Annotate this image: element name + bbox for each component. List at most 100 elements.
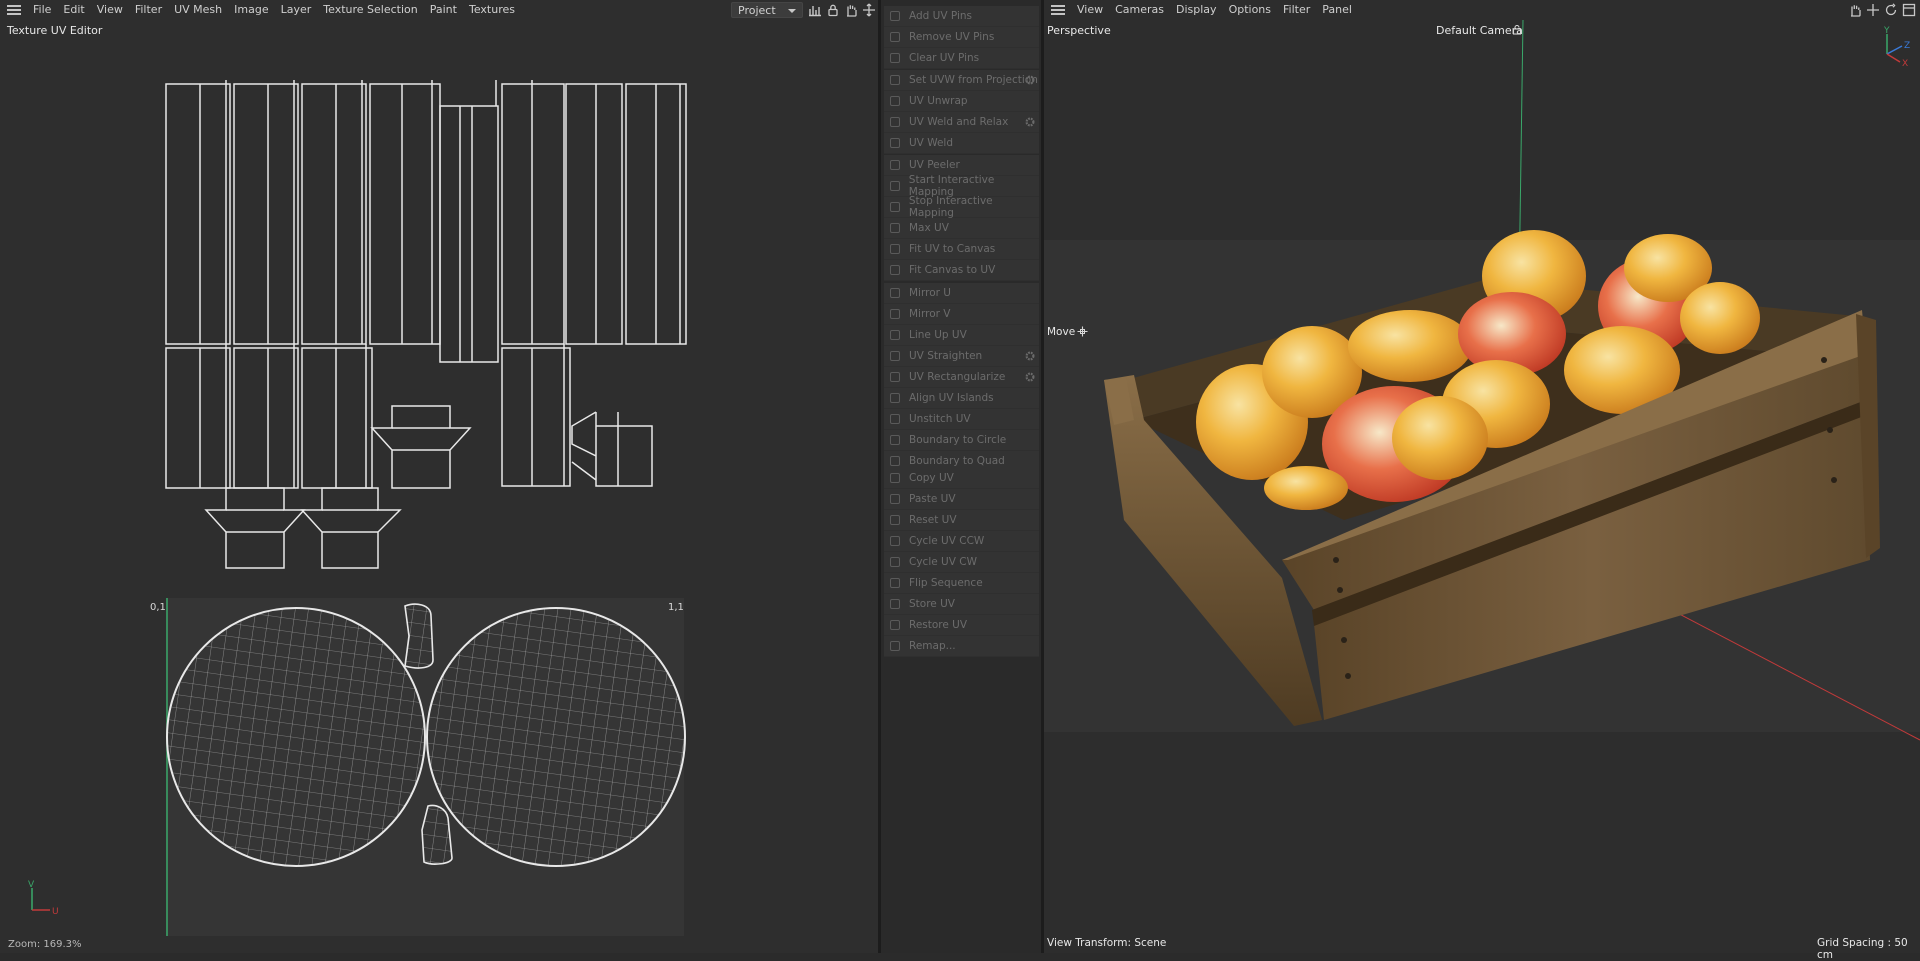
uv-corner-label-top-left: 0,1 xyxy=(150,602,166,613)
uv-canvas[interactable]: 0,1 1,1 V U xyxy=(0,22,878,936)
vp-menu-display[interactable]: Display xyxy=(1170,0,1223,20)
menu-view[interactable]: View xyxy=(91,0,129,20)
rotate-view-icon[interactable] xyxy=(1884,3,1898,17)
menu-textures[interactable]: Textures xyxy=(463,0,521,20)
vp-menu-panel[interactable]: Panel xyxy=(1316,0,1358,20)
cmd-uv-rectangularize-button[interactable]: UV Rectangularize xyxy=(884,367,1039,388)
uv-command-group: UV Peeler Start Interactive Mapping Stop I… xyxy=(884,155,1039,219)
cmd-mirror-v-button[interactable]: Mirror V xyxy=(884,304,1039,325)
cmd-label: Remove UV Pins xyxy=(909,31,995,43)
menu-edit[interactable]: Edit xyxy=(57,0,90,20)
menu-texture-selection[interactable]: Texture Selection xyxy=(317,0,423,20)
cmd-remove-uv-pins-button[interactable]: Remove UV Pins xyxy=(884,27,1039,48)
camera-lock-icon[interactable] xyxy=(1512,24,1524,36)
perspective-viewport[interactable]: View Cameras Display Options Filter Pane… xyxy=(1044,0,1920,961)
cycle-uv-ccw-icon xyxy=(890,536,900,546)
view-axis-z-label: Z xyxy=(1904,41,1910,51)
cmd-uv-unwrap-button[interactable]: UV Unwrap xyxy=(884,91,1039,112)
gear-icon[interactable] xyxy=(1024,74,1036,86)
gear-icon[interactable] xyxy=(1024,350,1036,362)
hand-pan-icon[interactable] xyxy=(1848,3,1862,17)
cmd-label: UV Peeler xyxy=(909,159,960,171)
cmd-remap-button[interactable]: Remap... xyxy=(884,636,1039,657)
move-arrows-icon[interactable] xyxy=(1866,3,1880,17)
cmd-paste-uv-button[interactable]: Paste UV xyxy=(884,489,1039,510)
menu-layer[interactable]: Layer xyxy=(275,0,318,20)
vp-menu-cameras[interactable]: Cameras xyxy=(1109,0,1170,20)
cmd-set-uvw-from-projection-button[interactable]: Set UVW from Projection xyxy=(884,70,1039,91)
uv-weld-and-relax-icon xyxy=(890,117,900,127)
cmd-uv-weld-button[interactable]: UV Weld xyxy=(884,133,1039,154)
cmd-clear-uv-pins-button[interactable]: Clear UV Pins xyxy=(884,48,1039,69)
cmd-copy-uv-button[interactable]: Copy UV xyxy=(884,468,1039,489)
hamburger-menu-icon[interactable] xyxy=(1051,5,1065,15)
flip-sequence-icon xyxy=(890,578,900,588)
uv-axis-v-label: V xyxy=(28,880,35,890)
vp-menu-filter[interactable]: Filter xyxy=(1277,0,1316,20)
cmd-label: Restore UV xyxy=(909,619,968,631)
cmd-label: Add UV Pins xyxy=(909,10,973,22)
grid-spacing-status: Grid Spacing : 50 cm xyxy=(1817,937,1908,961)
cmd-unstitch-uv-button[interactable]: Unstitch UV xyxy=(884,409,1039,430)
menu-paint[interactable]: Paint xyxy=(424,0,463,20)
mirror-u-icon xyxy=(890,288,900,298)
cmd-uv-weld-and-relax-button[interactable]: UV Weld and Relax xyxy=(884,112,1039,133)
maximize-panel-icon[interactable] xyxy=(1902,3,1916,17)
menu-image[interactable]: Image xyxy=(228,0,274,20)
vp-menu-options[interactable]: Options xyxy=(1223,0,1277,20)
cmd-label: UV Weld xyxy=(909,137,954,149)
cmd-align-uv-islands-button[interactable]: Align UV Islands xyxy=(884,388,1039,409)
cmd-restore-uv-button[interactable]: Restore UV xyxy=(884,615,1039,636)
cmd-fit-canvas-to-uv-button[interactable]: Fit Canvas to UV xyxy=(884,260,1039,281)
line-up-uv-icon xyxy=(890,330,900,340)
histogram-icon[interactable] xyxy=(808,3,822,17)
gear-icon[interactable] xyxy=(1024,371,1036,383)
cmd-cycle-uv-ccw-button[interactable]: Cycle UV CCW xyxy=(884,531,1039,552)
cmd-store-uv-button[interactable]: Store UV xyxy=(884,594,1039,615)
menu-uv-mesh[interactable]: UV Mesh xyxy=(168,0,228,20)
view-axis-gizmo: Y Z X xyxy=(1883,26,1910,69)
restore-uv-icon xyxy=(890,620,900,630)
view-axis-y-label: Y xyxy=(1883,26,1890,36)
chevron-down-icon xyxy=(788,9,796,13)
cmd-flip-sequence-button[interactable]: Flip Sequence xyxy=(884,573,1039,594)
start-interactive-mapping-icon xyxy=(890,181,900,191)
hand-pan-icon[interactable] xyxy=(844,3,858,17)
cmd-label: Cycle UV CW xyxy=(909,556,977,568)
cmd-uv-peeler-button[interactable]: UV Peeler xyxy=(884,155,1039,176)
move-arrows-icon[interactable] xyxy=(862,3,876,17)
lock-icon[interactable] xyxy=(826,3,840,17)
cmd-stop-interactive-mapping-button[interactable]: Stop Interactive Mapping xyxy=(884,195,1039,219)
cmd-max-uv-button[interactable]: Max UV xyxy=(884,218,1039,239)
view-transform-status: View Transform: Scene xyxy=(1047,937,1167,949)
vp-menu-view[interactable]: View xyxy=(1071,0,1109,20)
cmd-mirror-u-button[interactable]: Mirror U xyxy=(884,283,1039,304)
cmd-label: UV Unwrap xyxy=(909,95,968,107)
unstitch-uv-icon xyxy=(890,414,900,424)
cmd-fit-uv-to-canvas-button[interactable]: Fit UV to Canvas xyxy=(884,239,1039,260)
viewport-scene[interactable]: Y Z X xyxy=(1044,20,1920,953)
cmd-cycle-uv-cw-button[interactable]: Cycle UV CW xyxy=(884,552,1039,573)
uv-islands-crate[interactable] xyxy=(165,80,687,569)
gear-icon[interactable] xyxy=(1024,116,1036,128)
cmd-add-uv-pins-button[interactable]: Add UV Pins xyxy=(884,6,1039,27)
cmd-label: Remap... xyxy=(909,640,956,652)
uv-axis-gizmo: V U xyxy=(28,880,59,917)
cmd-reset-uv-button[interactable]: Reset UV xyxy=(884,510,1039,531)
cmd-label: Copy UV xyxy=(909,472,954,484)
camera-label[interactable]: Default Camera xyxy=(1436,24,1523,37)
cmd-uv-straighten-button[interactable]: UV Straighten xyxy=(884,346,1039,367)
project-dropdown[interactable]: Project xyxy=(731,2,803,18)
add-uv-pins-icon xyxy=(890,11,900,21)
uv-peeler-icon xyxy=(890,160,900,170)
align-uv-islands-icon xyxy=(890,393,900,403)
cmd-label: Unstitch UV xyxy=(909,413,971,425)
mirror-v-icon xyxy=(890,309,900,319)
menu-filter[interactable]: Filter xyxy=(129,0,168,20)
uv-weld-icon xyxy=(890,138,900,148)
hamburger-menu-icon[interactable] xyxy=(7,5,21,15)
menu-file[interactable]: File xyxy=(27,0,57,20)
cmd-start-interactive-mapping-button[interactable]: Start Interactive Mapping xyxy=(884,174,1039,198)
cmd-line-up-uv-button[interactable]: Line Up UV xyxy=(884,325,1039,346)
cmd-boundary-to-circle-button[interactable]: Boundary to Circle xyxy=(884,430,1039,451)
